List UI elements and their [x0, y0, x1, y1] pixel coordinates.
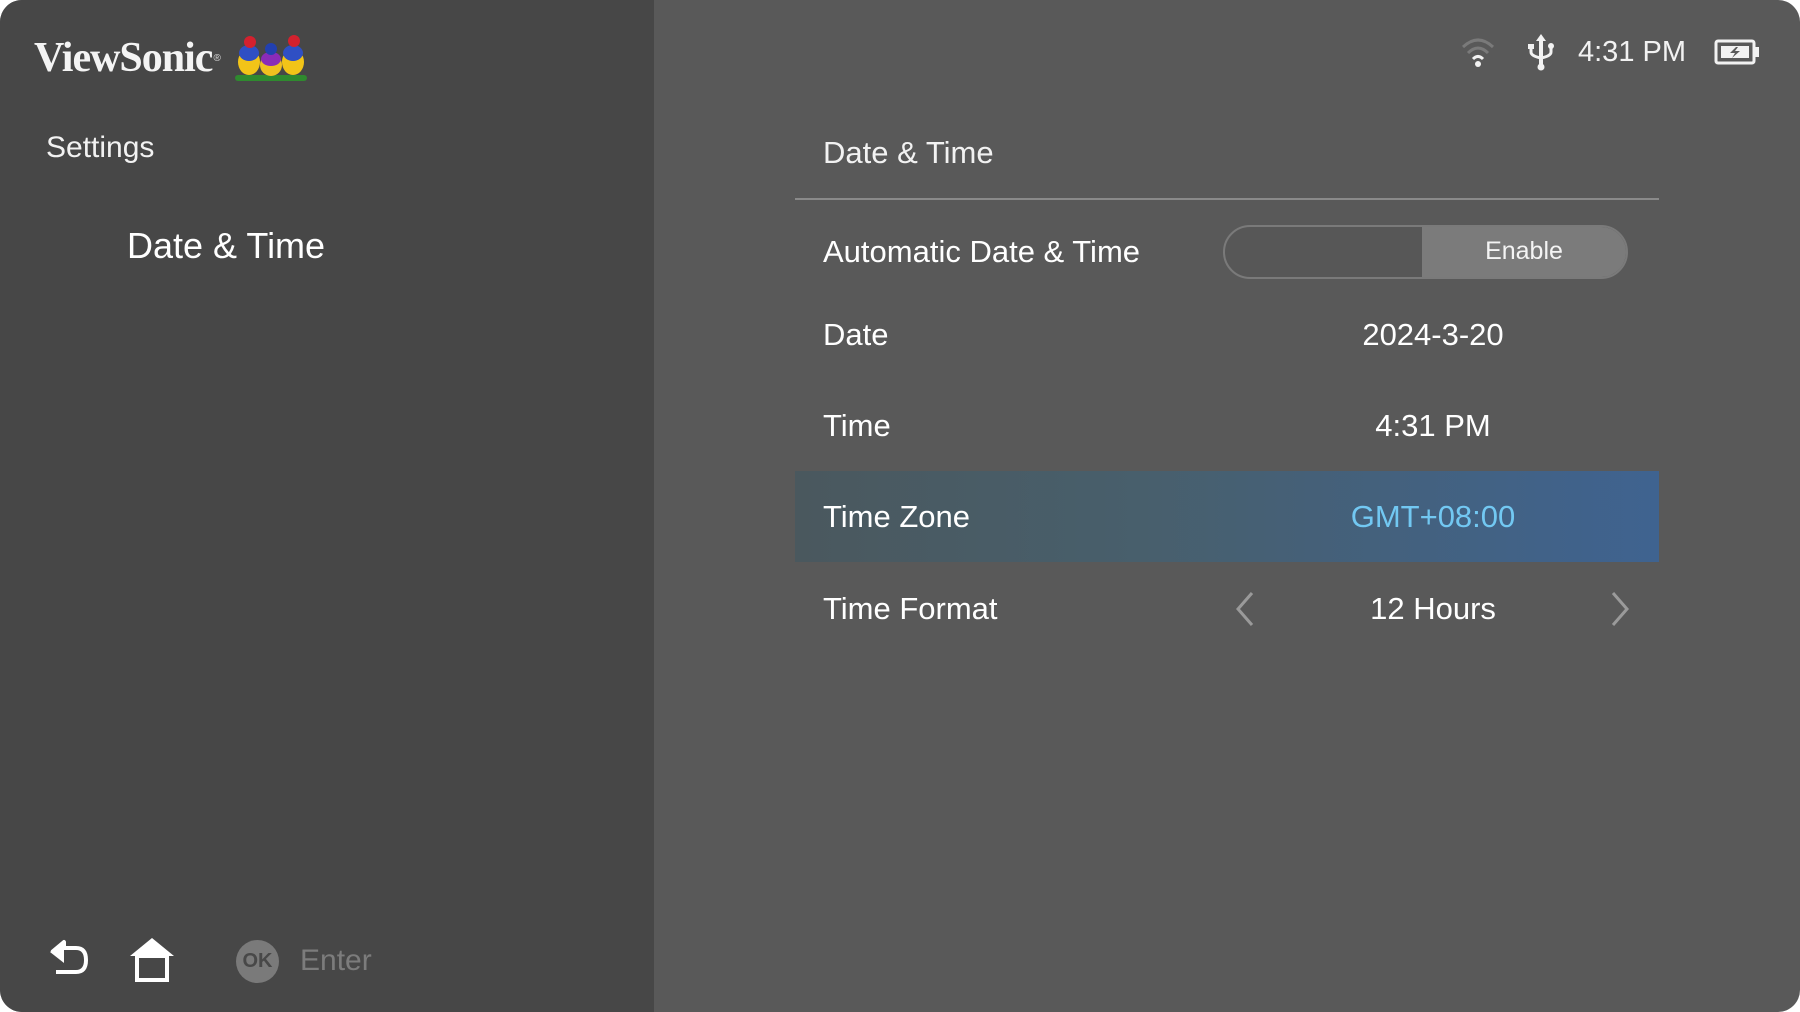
automatic-date-time-toggle[interactable]: Enable: [1223, 224, 1628, 279]
time-zone-value: GMT+08:00: [1350, 498, 1516, 534]
brand-name: ViewSonic: [34, 35, 213, 81]
wifi-icon: [1461, 38, 1495, 67]
ok-button-icon: OK: [236, 940, 279, 983]
toggle-enable-label: Enable: [1422, 226, 1626, 277]
row-label: Automatic Date & Time: [823, 233, 1141, 269]
settings-screen: ViewSonic ® Settings Date & Time OK Ente…: [0, 0, 1800, 1012]
row-time-zone[interactable]: Time Zone GMT+08:00: [795, 471, 1659, 562]
home-icon[interactable]: [128, 936, 176, 984]
footer-hints: OK Enter: [0, 930, 654, 990]
status-bar: 4:31 PM: [1460, 28, 1760, 76]
chevron-left-icon[interactable]: [1232, 589, 1258, 629]
sidebar: ViewSonic ® Settings Date & Time OK Ente…: [0, 0, 654, 1012]
status-time: 4:31 PM: [1578, 35, 1686, 68]
row-time-format[interactable]: Time Format 12 Hours: [795, 563, 1659, 654]
chevron-right-icon[interactable]: [1607, 589, 1633, 629]
row-label: Time Format: [823, 590, 998, 626]
viewsonic-birds-icon: [234, 35, 307, 81]
title-divider: [795, 198, 1659, 200]
brand-logo: ViewSonic ®: [34, 30, 309, 86]
row-time[interactable]: Time 4:31 PM: [795, 380, 1659, 471]
time-format-value: 12 Hours: [1370, 590, 1496, 626]
ok-hint-label: Enter: [300, 944, 372, 977]
sidebar-item-date-time[interactable]: Date & Time: [127, 225, 325, 267]
row-label: Time: [823, 407, 891, 443]
row-automatic-date-time[interactable]: Automatic Date & Time Enable: [795, 206, 1659, 297]
back-icon[interactable]: [46, 936, 92, 982]
registered-mark: ®: [213, 52, 221, 64]
time-value: 4:31 PM: [1375, 407, 1491, 443]
panel-title: Date & Time: [823, 135, 994, 170]
sidebar-title: Settings: [46, 131, 155, 164]
usb-icon: [1528, 34, 1554, 71]
row-date[interactable]: Date 2024-3-20: [795, 289, 1659, 380]
battery-charging-icon: [1714, 39, 1759, 65]
date-value: 2024-3-20: [1362, 316, 1504, 352]
row-label: Date: [823, 316, 889, 352]
row-label: Time Zone: [823, 498, 971, 534]
